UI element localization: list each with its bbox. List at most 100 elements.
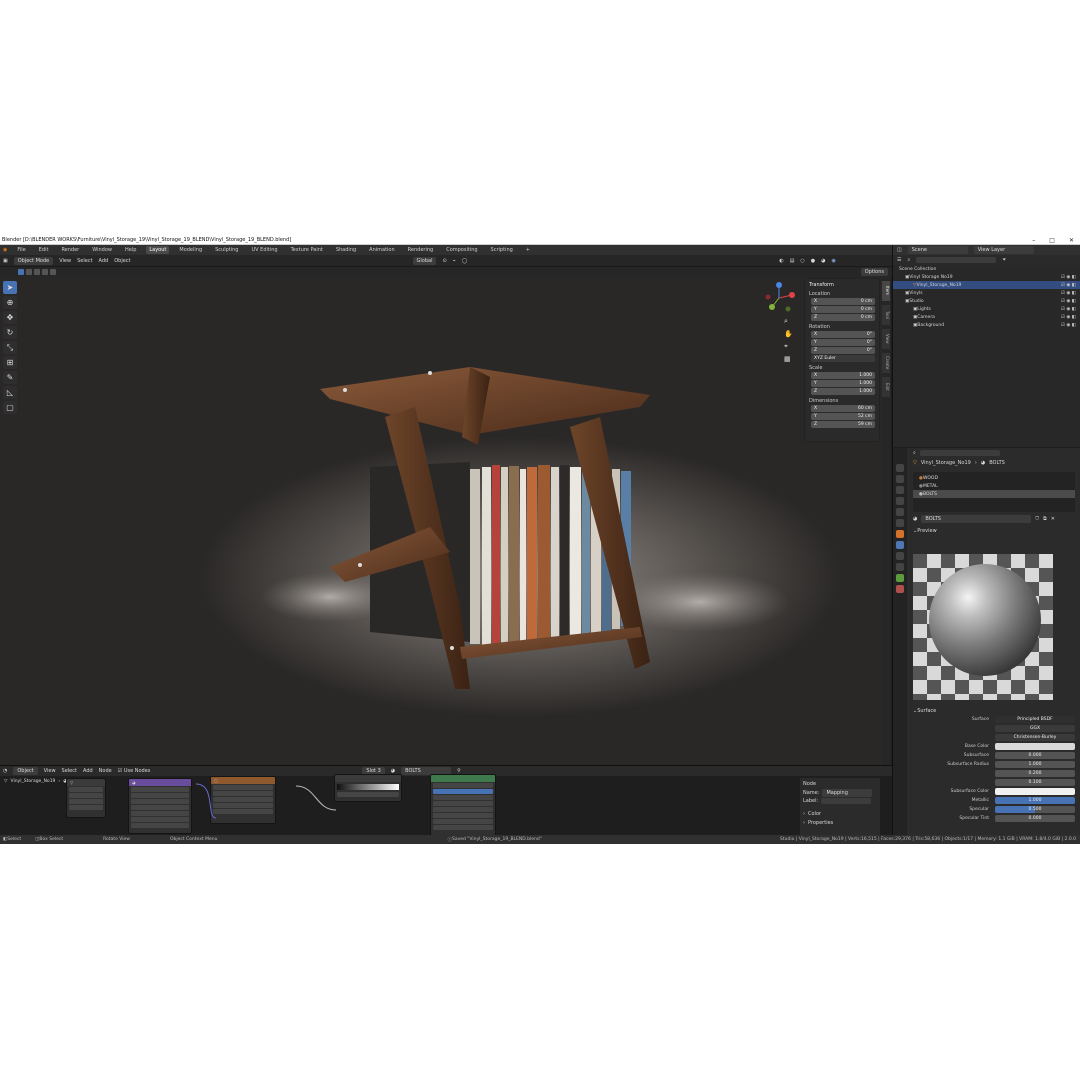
base-color-row[interactable]: Base Color <box>909 742 1079 751</box>
camera-icon[interactable]: ⌖ <box>784 342 793 351</box>
close-button[interactable]: ✕ <box>1069 237 1074 244</box>
node-select-menu[interactable]: Select <box>62 768 77 774</box>
material-tab-icon[interactable] <box>896 585 904 593</box>
subsurface-radius-y-row[interactable]: 0.200 <box>909 769 1079 778</box>
subsurface-row[interactable]: Subsurface 0.000 <box>909 751 1079 760</box>
scene-icon[interactable]: ◫ <box>897 247 902 253</box>
subsurface-radius-row[interactable]: Subsurface Radius 1.000 <box>909 760 1079 769</box>
neg-y-axis-handle[interactable] <box>785 306 791 312</box>
tab-texture-paint[interactable]: Texture Paint <box>288 246 326 254</box>
zoom-icon[interactable]: ⌕ <box>784 317 793 326</box>
shader-type-dropdown[interactable]: Object <box>13 767 38 775</box>
menu-render[interactable]: Render <box>58 246 82 254</box>
tab-rendering[interactable]: Rendering <box>405 246 437 254</box>
properties-search-input[interactable] <box>919 450 1000 456</box>
mode-dropdown[interactable]: Object Mode <box>13 256 54 265</box>
dimensions-z-field[interactable]: Z 59 cm <box>811 421 875 428</box>
dimensions-y-field[interactable]: Y 52 cm <box>811 413 875 420</box>
display-mode-icon[interactable]: ☰ <box>897 257 901 263</box>
editor-type-icon[interactable]: ▣ <box>3 258 8 264</box>
subsurface-color-row[interactable]: Subsurface Color <box>909 787 1079 796</box>
material-slot-wood[interactable]: ● WOOD <box>913 474 1075 482</box>
scale-x-field[interactable]: X 1.000 <box>811 372 875 379</box>
outliner-row-vinyls[interactable]: ▣ Vinyls ☑ ◉ ◧ <box>893 289 1080 297</box>
outliner-row-lights[interactable]: ▣ Lights ☑ ◉ ◧ <box>893 305 1080 313</box>
use-nodes-checkbox[interactable]: ☑ Use Nodes <box>118 768 151 774</box>
node-label-field[interactable] <box>821 798 872 804</box>
overlays-icon[interactable]: ◐ <box>779 258 783 264</box>
menu-window[interactable]: Window <box>89 246 115 254</box>
preview-panel-header[interactable]: ⌄ Preview <box>909 526 1079 535</box>
metallic-row[interactable]: Metallic 1.000 <box>909 796 1079 805</box>
visibility-icons[interactable]: ☑ ◉ ◧ <box>1061 275 1076 280</box>
fake-user-icon[interactable]: ⛉ <box>1035 516 1039 522</box>
outliner-row-collection[interactable]: ▣ Vinyl Storage No19 ☑ ◉ ◧ <box>893 273 1080 281</box>
tab-edit[interactable]: Edit <box>882 377 890 397</box>
tab-uv-editing[interactable]: UV Editing <box>248 246 280 254</box>
node-view-menu[interactable]: View <box>44 768 56 774</box>
menu-help[interactable]: Help <box>122 246 139 254</box>
surface-panel-header[interactable]: ⌄ Surface <box>909 706 1079 715</box>
add-menu[interactable]: Add <box>99 258 109 264</box>
y-axis-handle[interactable] <box>769 304 775 310</box>
z-axis-handle[interactable] <box>776 282 782 288</box>
tab-tool[interactable]: Tool <box>882 305 890 325</box>
shader-node-editor[interactable]: ◔ Object View Select Add Node ☑ Use Node… <box>0 765 892 836</box>
add-workspace-button[interactable]: + <box>523 246 533 254</box>
shading-render-icon[interactable]: ◉ <box>832 258 836 264</box>
tab-view[interactable]: View <box>882 329 890 349</box>
select-mode-invert-icon[interactable] <box>42 269 48 275</box>
unlink-icon[interactable]: ✕ <box>1051 516 1055 522</box>
transform-tool-icon[interactable]: ⊞ <box>3 356 17 369</box>
visibility-icons[interactable]: ☑ ◉ ◧ <box>1061 323 1076 328</box>
tab-layout[interactable]: Layout <box>146 246 170 254</box>
search-icon[interactable]: ⌕ <box>907 257 910 263</box>
view-layer-selector[interactable]: View Layer <box>973 246 1034 254</box>
material-name-field[interactable]: BOLTS <box>921 515 1032 523</box>
visibility-icons[interactable]: ☑ ◉ ◧ <box>1061 291 1076 296</box>
view-layer-tab-icon[interactable] <box>896 497 904 505</box>
x-axis-handle[interactable] <box>789 292 795 298</box>
outliner-row-scene-collection[interactable]: Scene Collection <box>893 265 1080 273</box>
scene-tab-icon[interactable] <box>896 508 904 516</box>
select-tool-icon[interactable]: ➤ <box>3 281 17 294</box>
render-tab-icon[interactable] <box>896 475 904 483</box>
select-menu[interactable]: Select <box>77 258 92 264</box>
tab-create[interactable]: Create <box>882 353 890 373</box>
scale-y-field[interactable]: Y 1.000 <box>811 380 875 387</box>
measure-tool-icon[interactable]: ◺ <box>3 386 17 399</box>
node-color-row[interactable]: › Color <box>803 809 877 818</box>
distribution-row[interactable]: GGX <box>909 724 1079 733</box>
pan-hand-icon[interactable]: ✋ <box>784 330 793 338</box>
navigation-gizmo[interactable] <box>762 281 796 315</box>
outliner-row-background[interactable]: ▣ Background ☑ ◉ ◧ <box>893 321 1080 329</box>
grid-icon[interactable]: ▦ <box>784 355 793 363</box>
visibility-icons[interactable]: ☑ ◉ ◧ <box>1061 283 1076 288</box>
texture-coordinate-node[interactable]: ▽ <box>66 778 106 818</box>
outliner-search-input[interactable] <box>916 257 997 263</box>
modifier-tab-icon[interactable] <box>896 541 904 549</box>
tab-sculpting[interactable]: Sculpting <box>212 246 241 254</box>
tab-modeling[interactable]: Modeling <box>176 246 205 254</box>
select-mode-intersect-icon[interactable] <box>50 269 56 275</box>
proportional-icon[interactable]: ◯ <box>462 258 468 264</box>
scale-z-field[interactable]: Z 1.000 <box>811 388 875 395</box>
xray-icon[interactable]: ▤ <box>790 258 795 264</box>
3d-viewport[interactable]: ➤ ⊕ ✥ ↻ ⤡ ⊞ ✎ ◺ ▢ ⌕ ✋ ⌖ ▦ <box>0 277 884 765</box>
rotation-x-field[interactable]: X 0° <box>811 331 875 338</box>
filter-icon[interactable]: ⏷ <box>1002 257 1006 263</box>
outliner-row-object[interactable]: ▽ Vinyl_Storage_No19 ☑ ◉ ◧ <box>893 281 1080 289</box>
material-browse-icon[interactable]: ◕ <box>913 516 917 522</box>
visibility-icons[interactable]: ☑ ◉ ◧ <box>1061 307 1076 312</box>
menu-file[interactable]: File <box>14 246 28 254</box>
visibility-icons[interactable]: ☑ ◉ ◧ <box>1061 299 1076 304</box>
principled-bsdf-node[interactable] <box>430 774 496 836</box>
add-cube-tool-icon[interactable]: ▢ <box>3 401 17 414</box>
snap-icon[interactable]: ⌁ <box>453 258 456 264</box>
object-menu[interactable]: Object <box>114 258 130 264</box>
node-name-field[interactable]: Mapping <box>822 789 873 797</box>
surface-shader-row[interactable]: Surface Principled BSDF <box>909 715 1079 724</box>
physics-tab-icon[interactable] <box>896 552 904 560</box>
subsurface-method-row[interactable]: Christensen-Burley <box>909 733 1079 742</box>
maximize-button[interactable]: □ <box>1049 237 1055 244</box>
